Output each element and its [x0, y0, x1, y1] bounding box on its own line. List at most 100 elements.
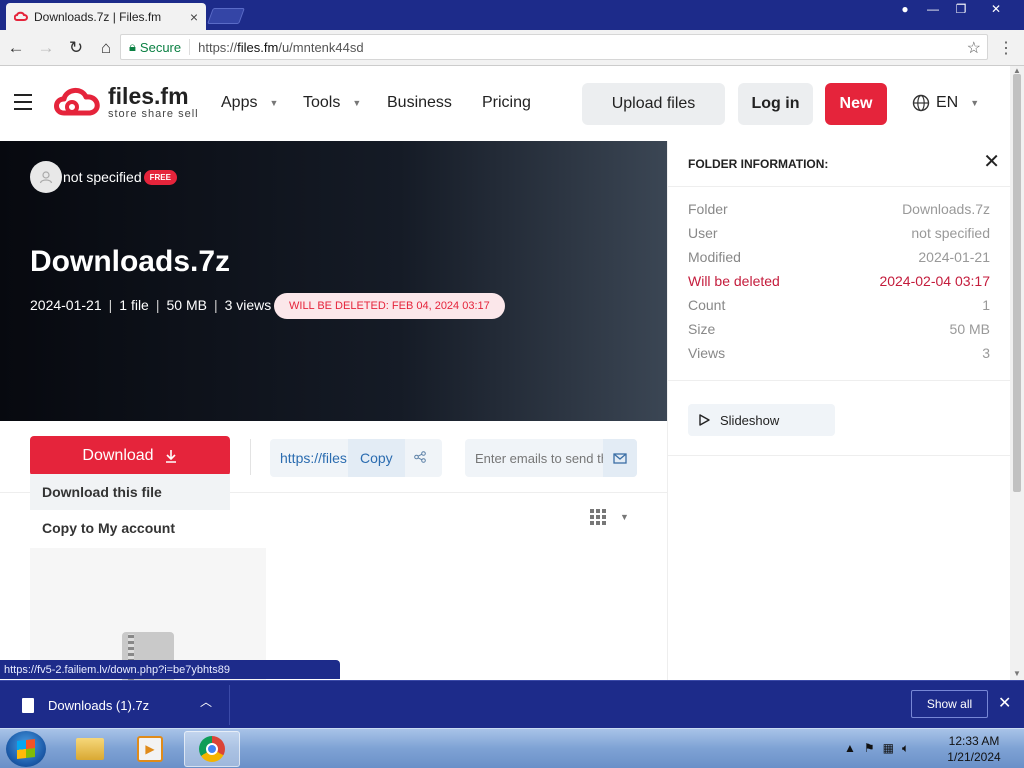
owner-info[interactable]: not specified FREE — [30, 161, 177, 193]
slideshow-label: Slideshow — [720, 412, 780, 428]
media-player-icon: ▶ — [137, 736, 163, 762]
windows-logo-icon — [17, 739, 35, 759]
share-icon[interactable] — [405, 450, 435, 466]
download-button[interactable]: Download — [30, 436, 230, 476]
nav-apps-label: Apps — [221, 94, 258, 111]
window-close-icon[interactable]: ✕ — [976, 0, 1016, 18]
restore-icon[interactable]: ❐ — [948, 0, 974, 18]
chevron-up-icon[interactable]: ︿ — [200, 693, 212, 710]
info-label: Views — [688, 345, 726, 361]
browser-menu-icon[interactable]: ⋮ — [998, 38, 1014, 58]
network-icon[interactable]: ▦ — [883, 741, 894, 756]
folder-icon — [76, 738, 104, 760]
language-label: EN — [936, 94, 959, 111]
download-this-file-item[interactable]: Download this file — [30, 474, 230, 510]
tab-title: Downloads.7z | Files.fm — [34, 9, 162, 24]
nav-apps[interactable]: Apps ▼ — [221, 94, 278, 112]
share-url-input[interactable]: https://files.fm/u/mntenk44sd — [270, 450, 348, 466]
taskbar-explorer[interactable] — [62, 731, 118, 767]
share-link-box: https://files.fm/u/mntenk44sd Copy — [270, 439, 442, 477]
forward-icon[interactable]: → — [32, 34, 60, 62]
email-input[interactable]: Enter emails to send the link — [465, 451, 603, 466]
browser-tab[interactable]: Downloads.7z | Files.fm × — [6, 3, 206, 30]
chevron-down-icon: ▼ — [352, 98, 362, 108]
start-button[interactable] — [6, 731, 46, 767]
tray-expand-icon[interactable]: ▲ — [844, 741, 856, 756]
chevron-down-icon: ▼ — [620, 512, 629, 522]
url-scheme: https:// — [198, 39, 238, 55]
info-value: Downloads.7z — [902, 201, 990, 217]
copy-link-button[interactable]: Copy — [348, 439, 405, 477]
nav-business[interactable]: Business — [387, 94, 452, 112]
meta-date: 2024-01-21 — [30, 297, 102, 313]
info-value: 2024-01-21 — [918, 249, 990, 265]
taskbar-chrome[interactable] — [184, 731, 240, 767]
plan-badge: FREE — [143, 169, 177, 185]
action-center-icon[interactable]: ⚑ — [864, 741, 875, 756]
meta-files: 1 file — [119, 297, 149, 313]
info-row-modified: Modified 2024-01-21 — [688, 245, 990, 269]
folder-info-heading: FOLDER INFORMATION: — [668, 141, 1010, 187]
nav-pricing[interactable]: Pricing — [482, 94, 531, 112]
taskbar-clock[interactable]: 12:33 AM 1/21/2024 — [944, 733, 1004, 765]
scrollbar-thumb[interactable] — [1013, 74, 1021, 492]
file-icon — [22, 697, 34, 713]
language-selector[interactable]: EN ▼ — [912, 94, 979, 112]
cloud-logo-icon — [54, 88, 100, 116]
close-panel-icon[interactable]: ✕ — [983, 149, 1000, 174]
view-toggle[interactable]: ▼ — [590, 509, 629, 525]
login-button[interactable]: Log in — [738, 83, 813, 125]
chevron-down-icon: ▼ — [269, 98, 279, 108]
avatar — [30, 161, 62, 193]
download-dropdown: Download this file Copy to My account — [30, 474, 230, 546]
home-icon[interactable]: ⌂ — [92, 34, 120, 62]
link-status-bar: https://fv5-2.failiem.lv/down.php?i=be7y… — [0, 660, 340, 679]
site-logo[interactable]: files.fm store share sell — [52, 84, 199, 120]
url-host: files.fm — [237, 39, 279, 55]
taskbar-media-player[interactable]: ▶ — [122, 731, 178, 767]
info-label: User — [688, 225, 718, 241]
info-row-count: Count 1 — [688, 293, 990, 317]
info-row-size: Size 50 MB — [688, 317, 990, 341]
show-all-button[interactable]: Show all — [911, 690, 988, 718]
clock-date: 1/21/2024 — [947, 750, 1001, 764]
upload-files-button[interactable]: Upload files — [582, 83, 725, 125]
info-row-folder: Folder Downloads.7z — [688, 197, 990, 221]
secure-indicator[interactable]: 🔒︎ Secure — [121, 39, 191, 55]
address-bar[interactable]: 🔒︎ Secure https://files.fm/u/mntenk44sd … — [120, 34, 988, 60]
close-shelf-icon[interactable]: ✕ — [998, 693, 1011, 713]
nav-pricing-label: Pricing — [482, 94, 531, 111]
email-share-box: Enter emails to send the link — [465, 439, 637, 477]
download-item[interactable]: Downloads (1).7z — [10, 685, 230, 725]
browser-toolbar: ← → ↻ ⌂ 🔒︎ Secure https://files.fm/u/mnt… — [0, 30, 1024, 66]
minimize-icon[interactable]: — — [920, 0, 946, 18]
scroll-down-icon[interactable]: ▼ — [1013, 669, 1021, 678]
site-header: files.fm store share sell Apps ▼ Tools ▼ B… — [0, 66, 1010, 141]
volume-icon[interactable]: 🔈︎ — [902, 741, 909, 756]
folder-hero: not specified FREE Downloads.7z 2024-01-… — [0, 141, 667, 421]
copy-to-account-item[interactable]: Copy to My account — [30, 510, 230, 546]
divider — [250, 439, 251, 475]
nav-tools[interactable]: Tools ▼ — [303, 94, 361, 112]
url-text[interactable]: https://files.fm/u/mntenk44sd — [190, 40, 363, 55]
new-tab-button[interactable] — [207, 8, 245, 24]
info-row-user: User not specified — [688, 221, 990, 245]
slideshow-button[interactable]: Slideshow — [688, 404, 835, 436]
download-file-name: Downloads (1).7z — [48, 697, 150, 713]
bookmark-star-icon[interactable]: ☆ — [967, 38, 981, 58]
info-label: Count — [688, 297, 726, 313]
new-button[interactable]: New — [825, 83, 887, 125]
user-avatar-icon — [39, 171, 53, 184]
meta-views: 3 views — [224, 297, 272, 313]
owner-name: not specified — [63, 169, 142, 185]
user-icon[interactable]: ● — [892, 0, 918, 18]
send-email-button[interactable] — [603, 439, 637, 477]
page-scrollbar[interactable]: ▲ ▼ — [1010, 66, 1024, 680]
info-value: not specified — [911, 225, 990, 241]
tab-close-icon[interactable]: × — [190, 9, 198, 25]
back-icon[interactable]: ← — [2, 34, 30, 62]
chevron-down-icon: ▼ — [970, 98, 980, 108]
envelope-icon — [613, 452, 627, 464]
reload-icon[interactable]: ↻ — [62, 34, 90, 62]
hamburger-menu-icon[interactable] — [14, 94, 32, 115]
